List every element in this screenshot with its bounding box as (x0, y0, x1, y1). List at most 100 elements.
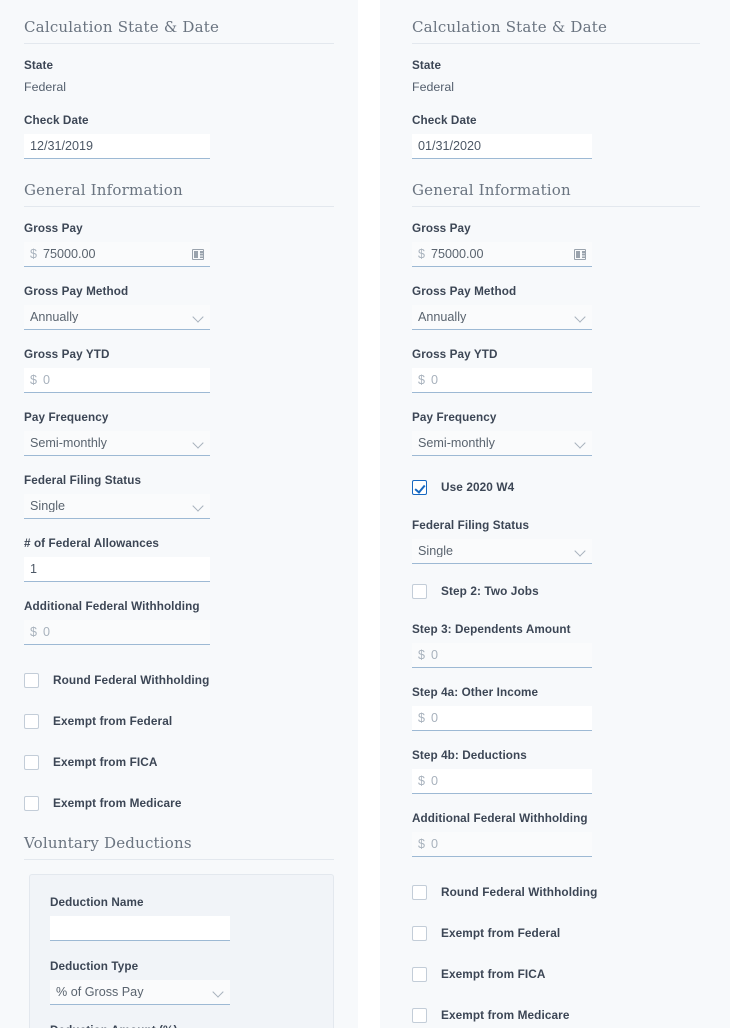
checkbox-exempt-from-medicare[interactable] (24, 796, 39, 811)
checkbox-label: Exempt from FICA (441, 967, 546, 982)
gross-pay-value: 75000.00 (43, 248, 188, 261)
step4b-deductions-input[interactable]: $ 0 (412, 769, 592, 794)
chevron-down-icon[interactable] (213, 987, 224, 998)
checkbox-row-exempt-from-federal[interactable]: Exempt from Federal (412, 923, 700, 944)
federal-filing-status-value: Single (30, 500, 189, 513)
field-deduction-type: Deduction Type % of Gross Pay (50, 959, 313, 1005)
field-gross-pay-method: Gross Pay Method Annually (412, 284, 700, 330)
checkbox-label: Exempt from Medicare (53, 796, 182, 811)
additional-federal-withholding-input[interactable]: $ 0 (24, 620, 210, 645)
gross-pay-method-value: Annually (30, 311, 189, 324)
checkbox-step2-two-jobs[interactable] (412, 584, 427, 599)
checkbox-row-use-2020-w4[interactable]: Use 2020 W4 (412, 477, 700, 498)
right-page-margin (730, 0, 750, 1028)
step4a-other-income-label: Step 4a: Other Income (412, 685, 700, 700)
federal-allowances-input[interactable]: 1 (24, 557, 210, 582)
currency-symbol: $ (418, 649, 425, 662)
chevron-down-icon[interactable] (193, 438, 204, 449)
checkbox-exempt-from-federal[interactable] (24, 714, 39, 729)
checkbox-label: Exempt from Federal (441, 926, 560, 941)
gross-pay-ytd-value: 0 (431, 374, 586, 387)
section-header-calculation-state-date: Calculation State & Date (412, 18, 700, 44)
pay-frequency-value: Semi-monthly (418, 437, 571, 450)
chevron-down-icon[interactable] (575, 438, 586, 449)
federal-filing-status-select[interactable]: Single (412, 539, 592, 564)
step4b-deductions-value: 0 (431, 775, 586, 788)
calculator-icon[interactable] (574, 249, 586, 260)
checkbox-use-2020-w4[interactable] (412, 480, 427, 495)
checkbox-exempt-from-medicare[interactable] (412, 1008, 427, 1023)
federal-filing-status-select[interactable]: Single (24, 494, 210, 519)
field-step4a-other-income: Step 4a: Other Income $ 0 (412, 685, 700, 731)
checkbox-row-round-federal-withholding[interactable]: Round Federal Withholding (412, 882, 700, 903)
checkbox-exempt-from-federal[interactable] (412, 926, 427, 941)
additional-federal-withholding-label: Additional Federal Withholding (412, 811, 700, 826)
field-pay-frequency: Pay Frequency Semi-monthly (24, 410, 334, 456)
additional-federal-withholding-label: Additional Federal Withholding (24, 599, 334, 614)
gross-pay-input[interactable]: $ 75000.00 (24, 242, 210, 267)
currency-symbol: $ (418, 248, 425, 261)
chevron-down-icon[interactable] (575, 312, 586, 323)
chevron-down-icon[interactable] (575, 546, 586, 557)
field-check-date: Check Date 12/31/2019 (24, 113, 334, 159)
checkbox-row-exempt-from-fica[interactable]: Exempt from FICA (24, 752, 334, 773)
field-additional-federal-withholding: Additional Federal Withholding $ 0 (24, 599, 334, 645)
checkbox-row-exempt-from-fica[interactable]: Exempt from FICA (412, 964, 700, 985)
currency-symbol: $ (30, 626, 37, 639)
pay-frequency-select[interactable]: Semi-monthly (412, 431, 592, 456)
field-state: State Federal (412, 58, 700, 96)
state-label: State (24, 58, 334, 73)
state-label: State (412, 58, 700, 73)
section-header-voluntary-deductions: Voluntary Deductions (24, 834, 334, 860)
check-date-label: Check Date (412, 113, 700, 128)
field-additional-federal-withholding: Additional Federal Withholding $ 0 (412, 811, 700, 857)
deduction-type-select[interactable]: % of Gross Pay (50, 980, 230, 1005)
step4a-other-income-input[interactable]: $ 0 (412, 706, 592, 731)
deduction-amount-label: Deduction Amount (%) (50, 1023, 313, 1028)
field-gross-pay-method: Gross Pay Method Annually (24, 284, 334, 330)
gross-pay-label: Gross Pay (24, 221, 334, 236)
checkbox-round-federal-withholding[interactable] (412, 885, 427, 900)
checkbox-label: Exempt from FICA (53, 755, 158, 770)
additional-federal-withholding-input[interactable]: $ 0 (412, 832, 592, 857)
currency-symbol: $ (418, 374, 425, 387)
checkbox-exempt-from-fica[interactable] (24, 755, 39, 770)
panel-divider (358, 0, 380, 1028)
checkbox-row-exempt-from-medicare[interactable]: Exempt from Medicare (24, 793, 334, 814)
checkbox-row-exempt-from-federal[interactable]: Exempt from Federal (24, 711, 334, 732)
field-gross-pay: Gross Pay $ 75000.00 (24, 221, 334, 267)
pay-frequency-select[interactable]: Semi-monthly (24, 431, 210, 456)
gross-pay-method-label: Gross Pay Method (412, 284, 700, 299)
step3-dependents-value: 0 (431, 649, 586, 662)
calculator-icon[interactable] (192, 249, 204, 260)
gross-pay-method-select[interactable]: Annually (24, 305, 210, 330)
step4a-other-income-value: 0 (431, 712, 586, 725)
federal-allowances-label: # of Federal Allowances (24, 536, 334, 551)
gross-pay-ytd-input[interactable]: $ 0 (412, 368, 592, 393)
pay-frequency-label: Pay Frequency (24, 410, 334, 425)
checkbox-round-federal-withholding[interactable] (24, 673, 39, 688)
checkbox-label: Step 2: Two Jobs (441, 584, 539, 599)
step3-dependents-input[interactable]: $ 0 (412, 643, 592, 668)
gross-pay-input[interactable]: $ 75000.00 (412, 242, 592, 267)
chevron-down-icon[interactable] (193, 312, 204, 323)
field-federal-allowances: # of Federal Allowances 1 (24, 536, 334, 582)
check-date-input[interactable]: 01/31/2020 (412, 134, 592, 159)
checkbox-row-step2-two-jobs[interactable]: Step 2: Two Jobs (412, 581, 700, 602)
checkbox-exempt-from-fica[interactable] (412, 967, 427, 982)
pay-frequency-value: Semi-monthly (30, 437, 189, 450)
field-step4b-deductions: Step 4b: Deductions $ 0 (412, 748, 700, 794)
checkbox-label: Exempt from Federal (53, 714, 172, 729)
gross-pay-ytd-input[interactable]: $ 0 (24, 368, 210, 393)
chevron-down-icon[interactable] (193, 501, 204, 512)
checkbox-row-exempt-from-medicare[interactable]: Exempt from Medicare (412, 1005, 700, 1026)
gross-pay-method-select[interactable]: Annually (412, 305, 592, 330)
check-date-value: 12/31/2019 (30, 140, 204, 153)
currency-symbol: $ (30, 374, 37, 387)
checkbox-label: Round Federal Withholding (441, 885, 597, 900)
checkbox-row-round-federal-withholding[interactable]: Round Federal Withholding (24, 670, 334, 691)
deduction-name-input[interactable] (50, 916, 230, 941)
currency-symbol: $ (418, 775, 425, 788)
gross-pay-label: Gross Pay (412, 221, 700, 236)
check-date-input[interactable]: 12/31/2019 (24, 134, 210, 159)
